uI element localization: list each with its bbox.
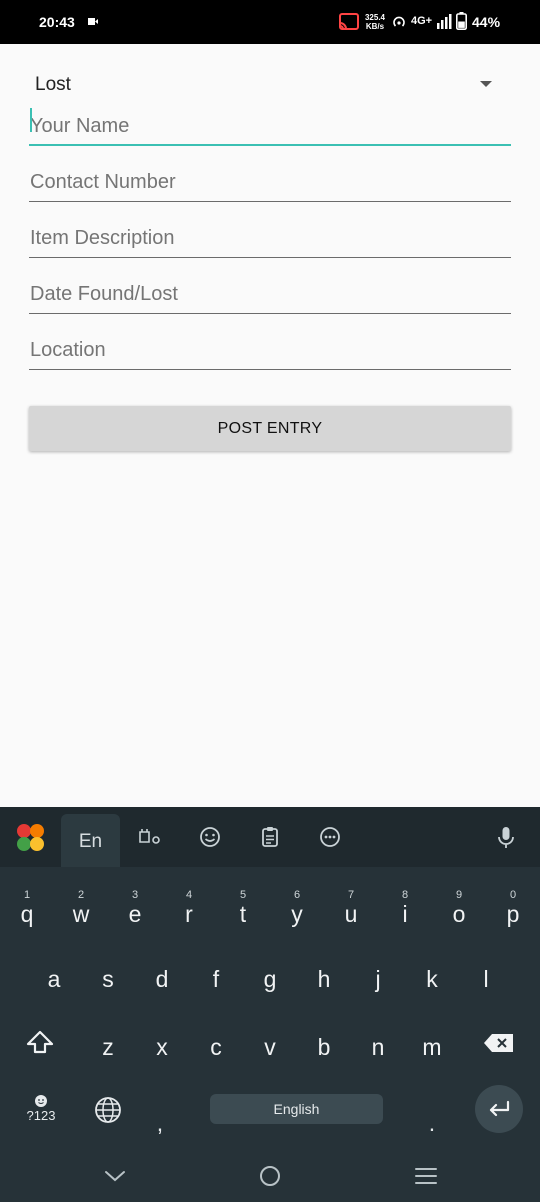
keyboard-toolbar: En (0, 807, 540, 867)
key-l[interactable]: l (466, 959, 506, 999)
description-field-wrapper (29, 210, 511, 258)
system-navigation-bar (0, 1146, 540, 1202)
key-e[interactable]: 3e (115, 889, 155, 934)
signal-icon (437, 14, 452, 29)
period-key[interactable]: . (412, 1103, 452, 1143)
microphone-icon[interactable] (492, 823, 520, 851)
recents-menu-icon[interactable] (414, 1164, 438, 1188)
key-j[interactable]: j (358, 959, 398, 999)
key-b[interactable]: b (304, 1027, 344, 1067)
network-type: 4G+ (411, 15, 433, 27)
home-icon[interactable] (258, 1164, 282, 1188)
clipboard-icon[interactable] (256, 823, 284, 851)
key-hint: 1 (23, 889, 31, 901)
key-h[interactable]: h (304, 959, 344, 999)
status-time: 20:43 (39, 14, 75, 30)
key-f[interactable]: f (196, 959, 236, 999)
post-entry-button[interactable]: POST ENTRY (29, 406, 511, 451)
key-o[interactable]: 9o (439, 889, 479, 934)
key-z[interactable]: z (88, 1027, 128, 1067)
key-hint: 5 (239, 889, 247, 901)
key-a[interactable]: a (34, 959, 74, 999)
key-hint: 4 (185, 889, 193, 901)
contact-field-wrapper (29, 154, 511, 202)
key-d[interactable]: d (142, 959, 182, 999)
location-input[interactable] (29, 322, 511, 370)
emoji-icon[interactable] (196, 823, 224, 851)
network-speed: 325.4 KB/s (362, 13, 388, 31)
key-n[interactable]: n (358, 1027, 398, 1067)
date-field-wrapper (29, 266, 511, 314)
key-k[interactable]: k (412, 959, 452, 999)
battery-icon (456, 12, 467, 30)
key-s[interactable]: s (88, 959, 128, 999)
location-field-wrapper (29, 322, 511, 370)
globe-icon[interactable] (93, 1095, 123, 1125)
key-hint: 0 (509, 889, 517, 901)
hotspot-icon (393, 16, 405, 27)
dropdown-arrow-icon (480, 81, 492, 87)
key-c[interactable]: c (196, 1027, 236, 1067)
key-w[interactable]: 2w (61, 889, 101, 934)
enter-key[interactable] (475, 1085, 523, 1133)
symbols-key[interactable]: ?123 (20, 1094, 62, 1134)
key-p[interactable]: 0p (493, 889, 533, 934)
key-t[interactable]: 5t (223, 889, 263, 934)
backspace-icon[interactable] (483, 1033, 515, 1053)
network-speed-value: 325.4 (364, 13, 386, 22)
back-chevron-icon[interactable] (103, 1164, 127, 1188)
symbols-key-label: ?123 (26, 1108, 56, 1123)
key-q[interactable]: 1q (7, 889, 47, 934)
language-tab[interactable]: En (61, 814, 120, 867)
text-cursor (30, 108, 32, 132)
battery-percent: 44% (472, 14, 501, 30)
key-y[interactable]: 6y (277, 889, 317, 934)
emoji-small-icon (35, 1095, 47, 1107)
screen-record-icon (88, 18, 98, 25)
key-i[interactable]: 8i (385, 889, 425, 934)
key-m[interactable]: m (412, 1027, 452, 1067)
name-input[interactable] (29, 98, 511, 146)
key-u[interactable]: 7u (331, 889, 371, 934)
key-hint: 7 (347, 889, 355, 901)
transliteration-icon[interactable] (136, 823, 164, 851)
comma-key[interactable]: , (140, 1103, 180, 1143)
key-v[interactable]: v (250, 1027, 290, 1067)
enter-icon (489, 1100, 510, 1117)
key-hint: 9 (455, 889, 463, 901)
key-r[interactable]: 4r (169, 889, 209, 934)
entry-type-value: Lost (35, 74, 71, 95)
date-input[interactable] (29, 266, 511, 314)
key-x[interactable]: x (142, 1027, 182, 1067)
soft-keyboard: En 1q 2w 3e 4r 5t 6y 7u 8i 9o 0p a s d f… (0, 807, 540, 1202)
key-hint: 8 (401, 889, 409, 901)
contact-input[interactable] (29, 154, 511, 202)
keyboard-app-logo-icon[interactable] (15, 822, 47, 854)
network-speed-unit: KB/s (365, 22, 385, 31)
key-hint: 2 (77, 889, 85, 901)
status-bar: 20:43 325.4 KB/s 4G+ 44% (0, 0, 540, 44)
key-hint: 3 (131, 889, 139, 901)
key-hint: 6 (293, 889, 301, 901)
description-input[interactable] (29, 210, 511, 258)
shift-icon[interactable] (24, 1029, 56, 1057)
space-key[interactable]: English (210, 1094, 383, 1124)
key-g[interactable]: g (250, 959, 290, 999)
cast-icon (339, 13, 359, 30)
more-options-icon[interactable] (316, 823, 344, 851)
name-field-wrapper (29, 98, 511, 146)
